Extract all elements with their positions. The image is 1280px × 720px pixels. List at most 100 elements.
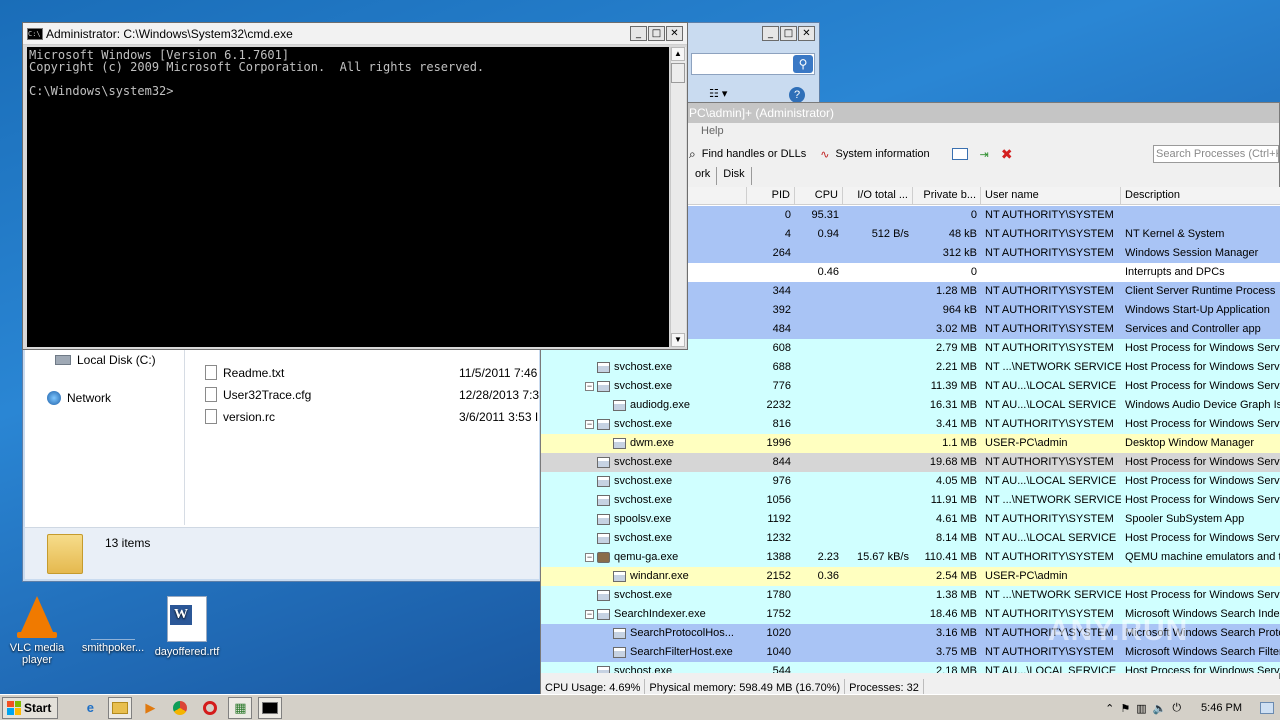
process-row[interactable]: svchost.exe 1780 1.38 MB NT ...\NETWORK SER… xyxy=(541,586,1280,605)
window-icon[interactable] xyxy=(951,148,968,160)
volume-icon[interactable]: 🔈 xyxy=(1153,702,1167,715)
io-cell xyxy=(843,624,913,643)
system-info-button[interactable]: System information xyxy=(836,148,930,160)
process-name-cell: windanr.exe xyxy=(541,567,747,586)
action-center-flag-icon[interactable]: ⚑ xyxy=(1120,702,1130,715)
tab-network[interactable]: ork xyxy=(689,167,718,185)
close-button[interactable]: ✕ xyxy=(666,26,683,41)
process-row[interactable]: windanr.exe 2152 0.36 2.54 MB USER-PC\admin xyxy=(541,567,1280,586)
collapse-toggle-icon[interactable]: − xyxy=(585,420,594,429)
show-desktop-icon[interactable] xyxy=(1260,702,1274,714)
process-row[interactable]: − svchost.exe 776 11.39 MB NT AU...\LOCAL SE… xyxy=(541,377,1280,396)
column-header-pid[interactable]: PID xyxy=(747,187,795,204)
column-header-cpu[interactable]: CPU xyxy=(795,187,843,204)
io-cell xyxy=(843,586,913,605)
io-cell xyxy=(843,244,913,263)
nav-item-local-disk[interactable]: Local Disk (C:) xyxy=(55,353,156,367)
export-icon[interactable]: ⇥ xyxy=(980,148,989,161)
description-cell: Host Process for Windows Servi xyxy=(1125,475,1280,487)
minimize-button[interactable]: _ xyxy=(762,26,779,41)
process-name-cell: svchost.exe xyxy=(541,358,747,377)
process-icon xyxy=(613,647,626,658)
process-row[interactable]: svchost.exe 544 2.18 MB NT AU...\LOCAL SERV… xyxy=(541,662,1280,673)
scroll-down-arrow-icon[interactable]: ▼ xyxy=(671,333,685,347)
private-bytes-cell: 1.38 MB xyxy=(936,589,977,601)
file-explorer-icon[interactable] xyxy=(108,696,133,719)
maximize-button[interactable]: □ xyxy=(780,26,797,41)
description-cell: Windows Session Manager xyxy=(1125,247,1259,259)
process-row[interactable]: − svchost.exe 816 3.41 MB NT AUTHORITY\SYSTE… xyxy=(541,415,1280,434)
desktop-icon-vlc[interactable]: VLC media player xyxy=(0,596,74,666)
opera-icon[interactable] xyxy=(198,697,222,719)
search-icon[interactable]: ⚲ xyxy=(793,55,813,73)
process-row[interactable]: svchost.exe 1232 8.14 MB NT AU...\LOCAL SER… xyxy=(541,529,1280,548)
pid-cell: 776 xyxy=(772,380,791,392)
taskbar: Start e ▶ ▦ ⌃ ⚑ ▥ 🔈 ⏻ 5:46 PM xyxy=(0,694,1280,720)
find-handles-button[interactable]: Find handles or DLLs xyxy=(702,148,807,160)
process-row[interactable]: svchost.exe 1056 11.91 MB NT ...\NETWORK SE… xyxy=(541,491,1280,510)
desktop-icon-dayoffered[interactable]: W dayoffered.rtf xyxy=(150,596,224,658)
minimize-button[interactable]: _ xyxy=(630,26,647,41)
cmd-title-bar[interactable]: C:\ Administrator: C:\Windows\System32\c… xyxy=(23,23,687,45)
process-icon xyxy=(597,514,610,525)
desktop-icon-smithpoker[interactable]: smithpoker... xyxy=(76,618,150,654)
scroll-up-arrow-icon[interactable]: ▲ xyxy=(671,47,685,61)
scroll-thumb[interactable] xyxy=(671,63,685,83)
process-row[interactable]: svchost.exe 688 2.21 MB NT ...\NETWORK SERV… xyxy=(541,358,1280,377)
collapse-toggle-icon[interactable]: − xyxy=(585,553,594,562)
column-header-description[interactable]: Description xyxy=(1121,187,1280,204)
chrome-icon[interactable] xyxy=(168,697,192,719)
cmd-scrollbar[interactable]: ▲ ▼ xyxy=(670,47,686,347)
private-bytes-cell: 3.16 MB xyxy=(936,627,977,639)
desktop-icon-label: VLC media player xyxy=(9,642,65,666)
user-cell: USER-PC\admin xyxy=(985,570,1068,582)
process-row[interactable]: svchost.exe 844 19.68 MB NT AUTHORITY\SYSTE… xyxy=(541,453,1280,472)
menu-help[interactable]: Help xyxy=(701,125,724,137)
media-player-icon[interactable]: ▶ xyxy=(138,697,162,719)
file-row[interactable]: User32Trace.cfg 12/28/2013 7:3 xyxy=(205,387,545,402)
blank-file-icon xyxy=(91,618,135,640)
collapse-toggle-icon[interactable]: − xyxy=(585,610,594,619)
description-cell: Host Process for Windows Servi xyxy=(1125,494,1280,506)
collapse-toggle-icon[interactable]: − xyxy=(585,382,594,391)
process-search-input[interactable]: Search Processes (Ctrl+K) xyxy=(1153,145,1279,163)
view-options-icon[interactable]: ☷ ▾ xyxy=(709,87,743,103)
cmd-window[interactable]: C:\ Administrator: C:\Windows\System32\c… xyxy=(22,22,688,350)
internet-explorer-icon[interactable]: e xyxy=(78,697,102,719)
process-icon xyxy=(613,400,626,411)
process-row[interactable]: audiodg.exe 2232 16.31 MB NT AU...\LOCAL SE… xyxy=(541,396,1280,415)
column-header-user[interactable]: User name xyxy=(981,187,1121,204)
power-icon[interactable]: ⏻ xyxy=(1172,702,1181,715)
column-header-io[interactable]: I/O total ... xyxy=(843,187,913,204)
nav-item-network[interactable]: Network xyxy=(47,391,111,405)
process-name-cell: svchost.exe xyxy=(541,491,747,510)
close-button[interactable]: ✕ xyxy=(798,26,815,41)
process-row[interactable]: dwm.exe 1996 1.1 MB USER-PC\admin Desktop Wi… xyxy=(541,434,1280,453)
kill-process-icon[interactable]: ✖ xyxy=(1001,146,1013,163)
pid-cell: 608 xyxy=(772,342,791,354)
maximize-button[interactable]: □ xyxy=(648,26,665,41)
file-row[interactable]: version.rc 3/6/2011 3:53 I xyxy=(205,409,545,424)
file-row[interactable]: Readme.txt 11/5/2011 7:46 xyxy=(205,365,545,380)
process-row[interactable]: svchost.exe 976 4.05 MB NT AU...\LOCAL SERV… xyxy=(541,472,1280,491)
cpu-cell: 0.94 xyxy=(817,228,839,240)
private-bytes-cell: 4.05 MB xyxy=(936,475,977,487)
process-name-cell: svchost.exe xyxy=(541,529,747,548)
process-name: svchost.exe xyxy=(614,475,673,487)
process-row[interactable]: − qemu-ga.exe 1388 2.23 15.67 kB/s 110.41 MB N… xyxy=(541,548,1280,567)
io-cell xyxy=(843,320,913,339)
tab-disk[interactable]: Disk xyxy=(717,167,752,185)
clock[interactable]: 5:46 PM xyxy=(1201,702,1242,714)
explorer-search-box[interactable]: ⚲ xyxy=(691,53,815,75)
console-output[interactable]: Microsoft Windows [Version 6.1.7601] Copy… xyxy=(27,47,669,347)
process-row[interactable]: spoolsv.exe 1192 4.61 MB NT AUTHORITY\SYSTE… xyxy=(541,510,1280,529)
network-tray-icon[interactable]: ▥ xyxy=(1136,702,1146,715)
process-name: audiodg.exe xyxy=(630,399,690,411)
start-button[interactable]: Start xyxy=(2,696,59,719)
show-hidden-icons-icon[interactable]: ⌃ xyxy=(1105,702,1114,715)
cmd-taskbar-icon[interactable] xyxy=(258,696,283,719)
help-icon[interactable]: ? xyxy=(789,87,805,103)
column-header-private-bytes[interactable]: Private b... xyxy=(913,187,981,204)
process-explorer-taskbar-icon[interactable]: ▦ xyxy=(228,696,253,719)
user-cell: NT AUTHORITY\SYSTEM xyxy=(985,228,1114,240)
